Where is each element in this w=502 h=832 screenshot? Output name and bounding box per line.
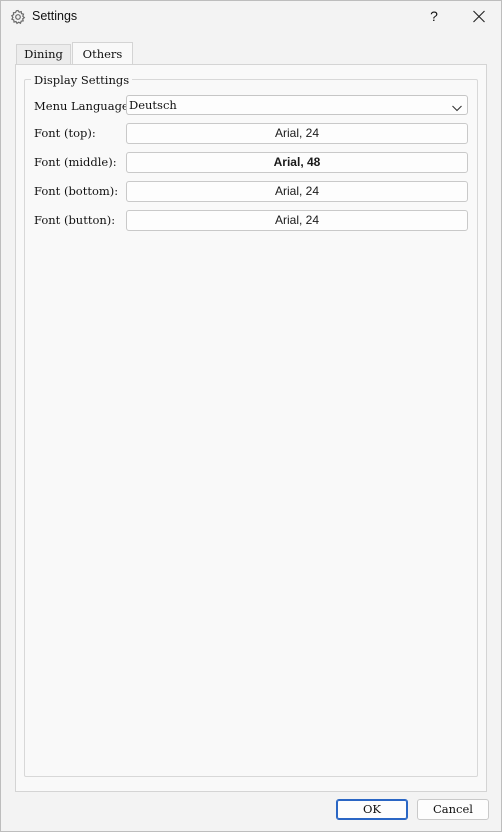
font-button-button[interactable]: Arial, 24 xyxy=(126,210,468,231)
settings-dialog: Settings ? Dining Others Display Setting… xyxy=(0,0,502,832)
font-middle-button[interactable]: Arial, 48 xyxy=(126,152,468,173)
help-button[interactable]: ? xyxy=(417,1,451,32)
title-bar[interactable]: Settings ? xyxy=(1,1,501,32)
group-title: Display Settings xyxy=(31,73,133,87)
window-title: Settings xyxy=(32,9,78,23)
font-top-label: Font (top): xyxy=(34,126,96,140)
cancel-button[interactable]: Cancel xyxy=(417,799,489,820)
menu-language-value: Deutsch xyxy=(129,98,177,112)
font-bottom-label: Font (bottom): xyxy=(34,184,119,198)
close-icon xyxy=(457,10,501,36)
ok-button[interactable]: OK xyxy=(336,799,408,820)
font-button-label: Font (button): xyxy=(34,213,116,227)
menu-language-label: Menu Language: xyxy=(34,99,133,113)
tab-others[interactable]: Others xyxy=(72,42,133,65)
font-bottom-button[interactable]: Arial, 24 xyxy=(126,181,468,202)
tab-pane-others: Display Settings Menu Language: Deutsch … xyxy=(15,64,487,792)
tab-dining[interactable]: Dining xyxy=(16,44,71,64)
font-middle-label: Font (middle): xyxy=(34,155,117,169)
chevron-down-icon xyxy=(451,100,463,112)
menu-language-select[interactable]: Deutsch xyxy=(126,95,468,115)
font-top-button[interactable]: Arial, 24 xyxy=(126,123,468,144)
gear-icon xyxy=(10,9,26,25)
close-button[interactable] xyxy=(457,1,501,32)
